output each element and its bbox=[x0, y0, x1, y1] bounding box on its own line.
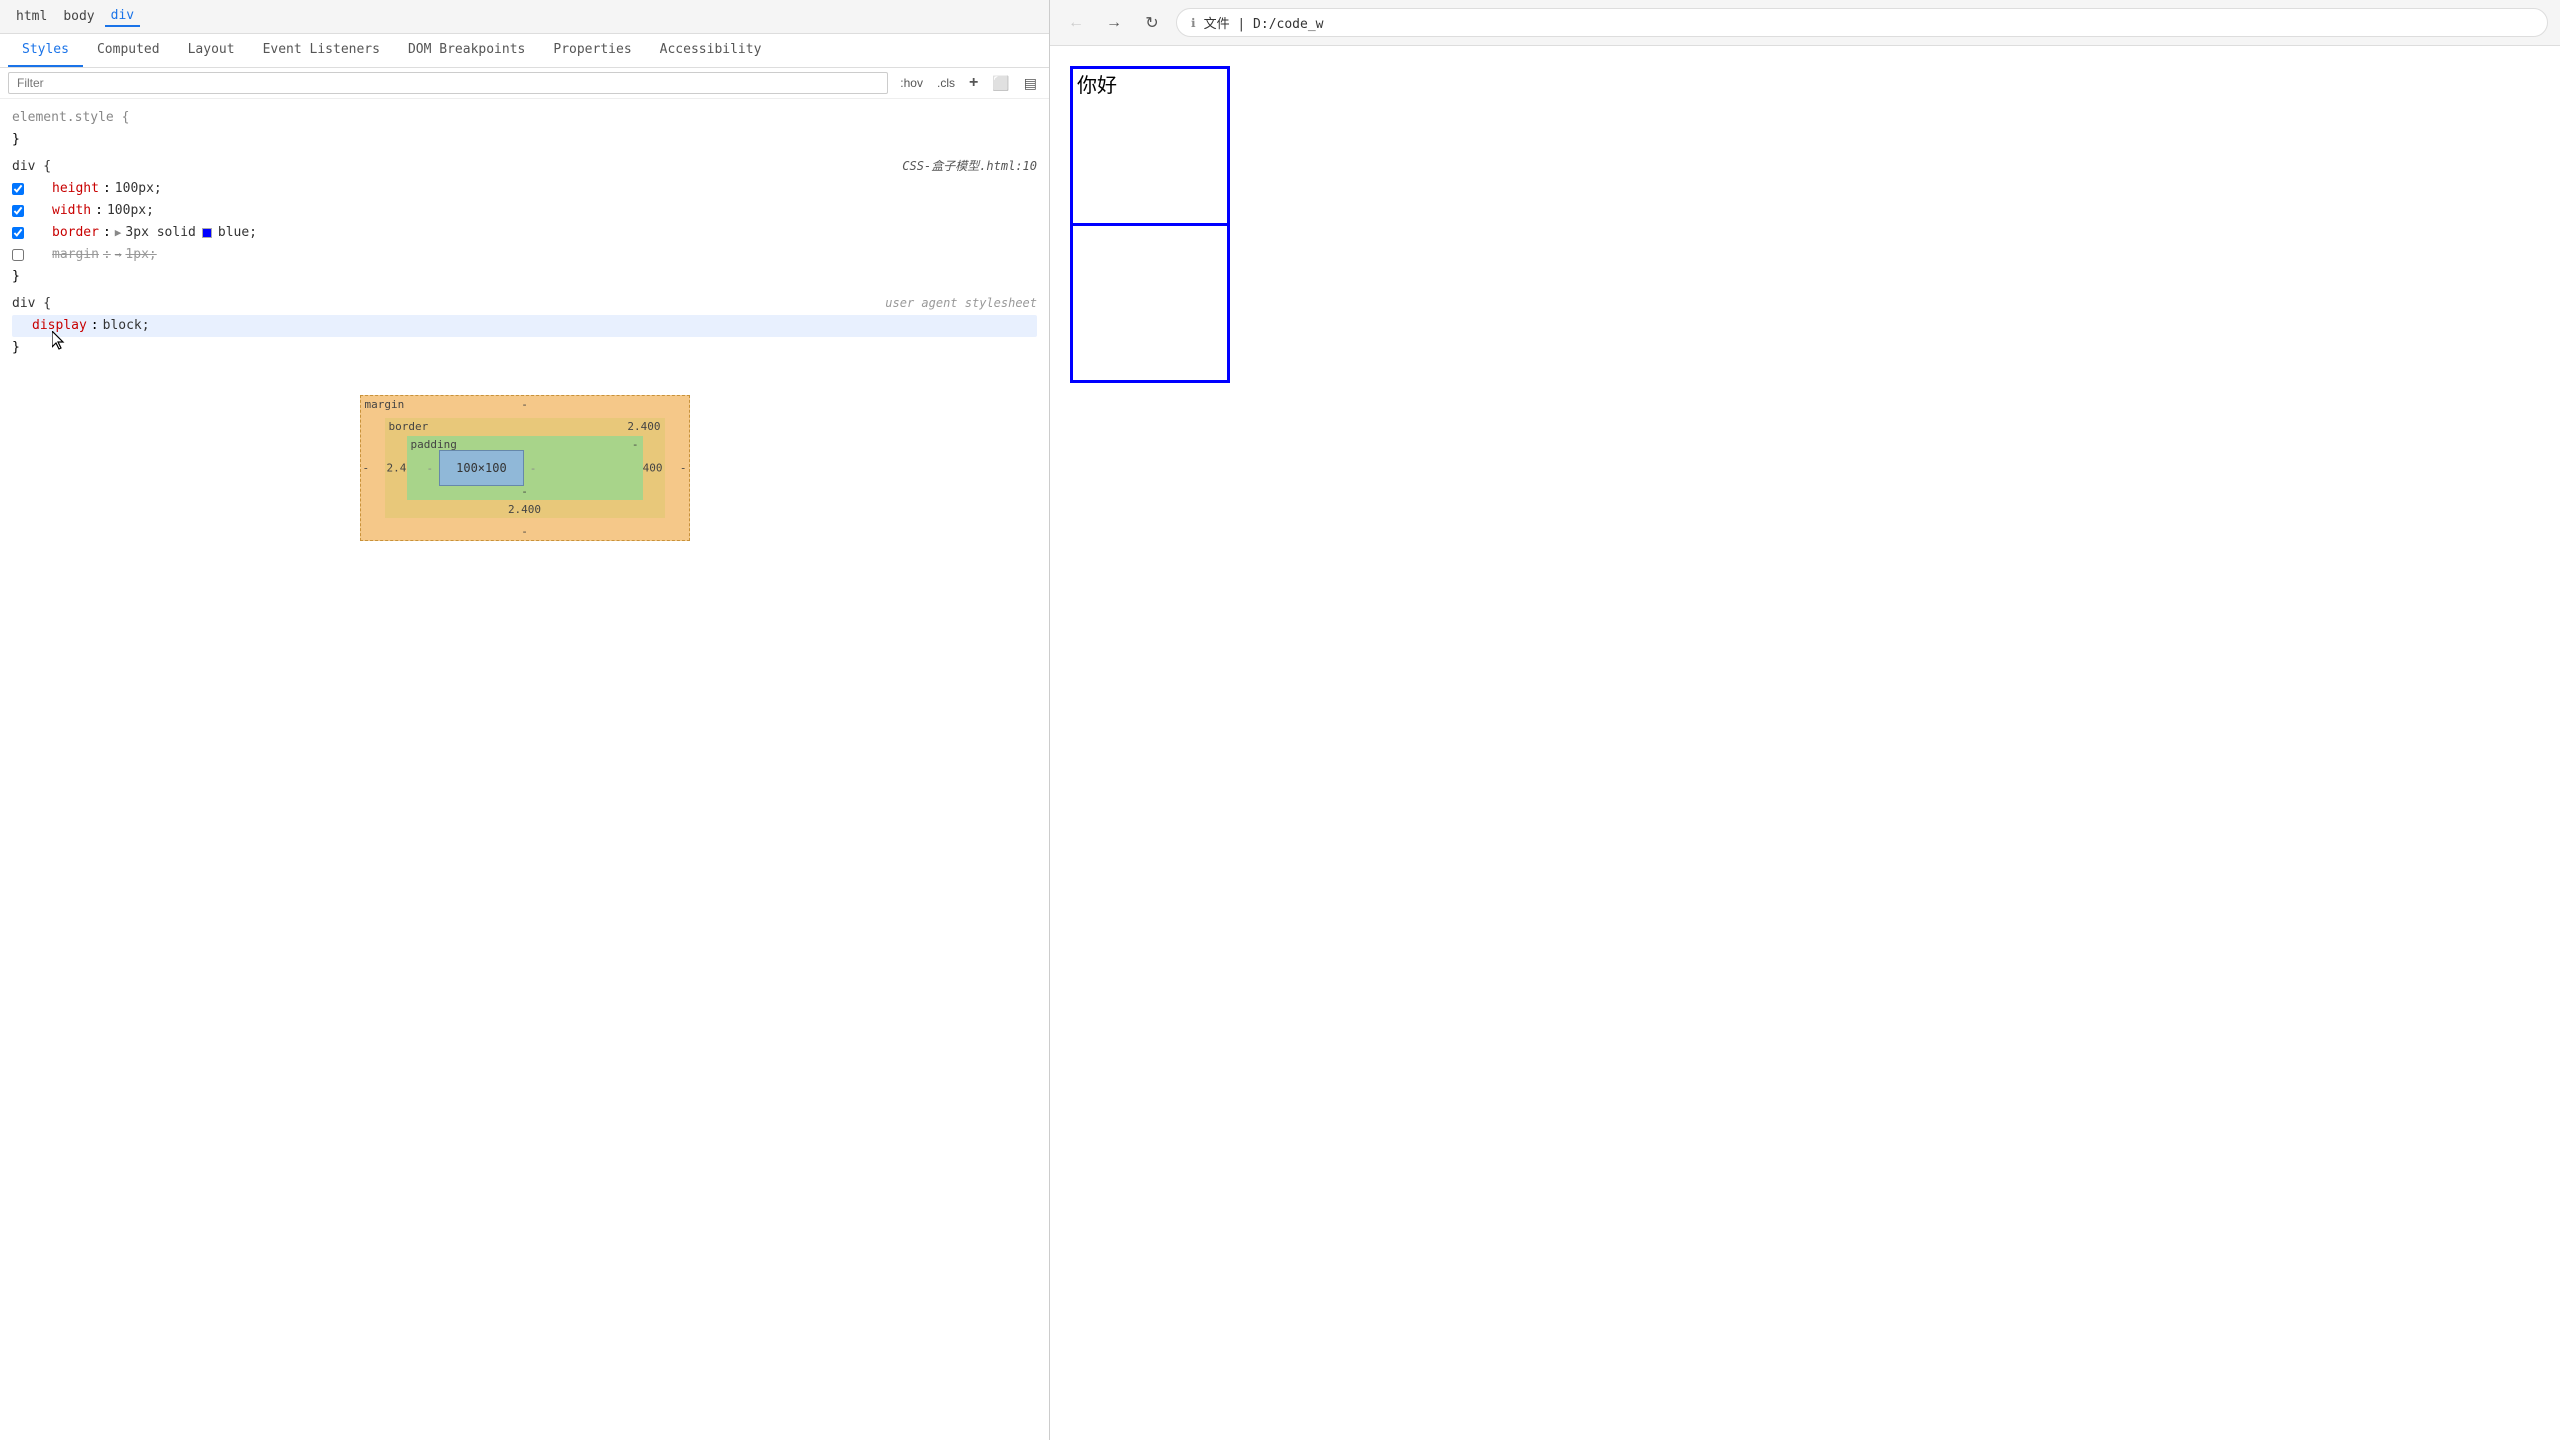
height-prop-value: 100px; bbox=[115, 178, 162, 200]
back-button[interactable]: ← bbox=[1062, 9, 1090, 37]
preview-div-second bbox=[1070, 223, 1230, 383]
border-checkbox[interactable] bbox=[12, 227, 24, 239]
border-prop-line: border : ▶ 3px solid blue; bbox=[12, 222, 1037, 244]
styles-content: element.style { } div { CSS-盒子模型.html:10… bbox=[0, 99, 1049, 1440]
width-checkbox[interactable] bbox=[12, 205, 24, 217]
ua-close-brace: } bbox=[12, 337, 1037, 359]
border-colon: : bbox=[103, 222, 111, 244]
margin-label: margin bbox=[365, 398, 405, 411]
breadcrumb: html body div bbox=[0, 0, 1049, 34]
info-icon: ℹ bbox=[1191, 16, 1196, 30]
height-colon: : bbox=[103, 178, 111, 200]
padding-label: padding bbox=[411, 438, 457, 451]
forward-button[interactable]: → bbox=[1100, 9, 1128, 37]
margin-prop-line: margin : → 1px; bbox=[12, 244, 1037, 266]
url-bar[interactable]: ℹ 文件 | D:/code_w bbox=[1176, 8, 2548, 37]
browser-panel: ← → ↻ ℹ 文件 | D:/code_w 你好 bbox=[1050, 0, 2560, 1440]
padding-val-right: - bbox=[530, 462, 537, 475]
box-model-margin: margin - - - - border 2.400 2.400 2.400 … bbox=[360, 395, 690, 541]
width-colon: : bbox=[95, 200, 103, 222]
margin-prop-name: margin bbox=[52, 244, 99, 266]
width-prop-line: width : 100px; bbox=[12, 200, 1037, 222]
user-agent-label: user agent stylesheet bbox=[885, 294, 1037, 313]
div-user-agent-rule: div { user agent stylesheet display : bl… bbox=[12, 294, 1037, 359]
box-model-content[interactable]: 100×100 bbox=[439, 450, 524, 486]
tab-event-listeners[interactable]: Event Listeners bbox=[249, 34, 394, 67]
filter-bar: :hov .cls + ⬜ ▤ bbox=[0, 68, 1049, 99]
cls-button[interactable]: .cls bbox=[933, 74, 959, 92]
preview-container: 你好 bbox=[1070, 66, 2540, 383]
margin-arrow: → bbox=[115, 246, 122, 265]
display-prop-value: block; bbox=[103, 315, 150, 337]
preview-div-first: 你好 bbox=[1070, 66, 1230, 226]
height-checkbox[interactable] bbox=[12, 183, 24, 195]
margin-colon: : bbox=[103, 244, 111, 266]
tab-properties[interactable]: Properties bbox=[539, 34, 645, 67]
tab-computed[interactable]: Computed bbox=[83, 34, 174, 67]
width-prop-value: 100px; bbox=[107, 200, 154, 222]
color-swatch-blue[interactable] bbox=[202, 228, 212, 238]
close-brace-1: } bbox=[12, 266, 20, 288]
browser-toolbar: ← → ↻ ℹ 文件 | D:/code_w bbox=[1050, 0, 2560, 46]
hov-button[interactable]: :hov bbox=[896, 74, 927, 92]
border-prop-value: 3px solid bbox=[125, 222, 195, 244]
box-model-diagram: margin - - - - border 2.400 2.400 2.400 … bbox=[12, 375, 1037, 551]
margin-val-right: - bbox=[680, 462, 687, 475]
div-user-agent-header: div { user agent stylesheet bbox=[12, 294, 1037, 315]
toggle-sidebar-button[interactable]: ▤ bbox=[1020, 73, 1041, 94]
breadcrumb-html[interactable]: html bbox=[10, 7, 53, 26]
div-selector: div { bbox=[12, 157, 51, 178]
margin-val-left: - bbox=[363, 462, 370, 475]
box-model-padding: padding - - - 100×100 - bbox=[407, 436, 643, 500]
border-label: border bbox=[389, 420, 429, 433]
border-val-top-right: 2.400 bbox=[627, 420, 660, 433]
url-text: 文件 | D:/code_w bbox=[1204, 13, 2533, 32]
tab-styles[interactable]: Styles bbox=[8, 34, 83, 67]
margin-val-top: - bbox=[521, 398, 528, 411]
devtools-panel: html body div Styles Computed Layout Eve… bbox=[0, 0, 1050, 1440]
div-rule-source[interactable]: CSS-盒子模型.html:10 bbox=[902, 157, 1037, 176]
div-rule: div { CSS-盒子模型.html:10 height : 100px; w… bbox=[12, 157, 1037, 288]
close-brace-2: } bbox=[12, 337, 20, 359]
display-prop-name: display bbox=[32, 315, 87, 337]
preview-text: 你好 bbox=[1073, 69, 1121, 101]
filter-actions: :hov .cls + ⬜ ▤ bbox=[896, 72, 1041, 94]
browser-content: 你好 bbox=[1050, 46, 2560, 1440]
breadcrumb-div[interactable]: div bbox=[105, 6, 140, 27]
border-color-value: blue; bbox=[218, 222, 257, 244]
margin-val-bottom: - bbox=[521, 525, 528, 538]
tab-accessibility[interactable]: Accessibility bbox=[646, 34, 776, 67]
element-style-close-brace: } bbox=[12, 129, 20, 151]
margin-prop-value: 1px; bbox=[125, 244, 156, 266]
height-prop-line: height : 100px; bbox=[12, 178, 1037, 200]
padding-val-top: - bbox=[632, 438, 639, 451]
margin-checkbox[interactable] bbox=[12, 249, 24, 261]
refresh-button[interactable]: ↻ bbox=[1138, 9, 1166, 37]
div-rule-close: } bbox=[12, 266, 1037, 288]
border-triangle[interactable]: ▶ bbox=[115, 224, 122, 243]
box-model-border: border 2.400 2.400 2.400 2.400 padding -… bbox=[385, 418, 665, 518]
padding-val-bottom: - bbox=[521, 485, 528, 498]
filter-input[interactable] bbox=[8, 72, 888, 94]
tab-dom-breakpoints[interactable]: DOM Breakpoints bbox=[394, 34, 539, 67]
tab-layout[interactable]: Layout bbox=[174, 34, 249, 67]
border-prop-name: border bbox=[52, 222, 99, 244]
cursor-container: display : block; bbox=[12, 315, 1037, 337]
display-prop-line: display : block; bbox=[12, 315, 1037, 337]
padding-side-row: - 100×100 - bbox=[427, 450, 623, 486]
div-rule-header: div { CSS-盒子模型.html:10 bbox=[12, 157, 1037, 178]
inspect-button[interactable]: ⬜ bbox=[988, 73, 1013, 94]
tabs-bar: Styles Computed Layout Event Listeners D… bbox=[0, 34, 1049, 68]
add-rule-button[interactable]: + bbox=[965, 72, 982, 94]
element-style-rule: element.style { } bbox=[12, 107, 1037, 151]
div-ua-selector: div { bbox=[12, 294, 51, 315]
padding-val-left: - bbox=[427, 462, 434, 475]
width-prop-name: width bbox=[52, 200, 91, 222]
border-val-bottom: 2.400 bbox=[508, 503, 541, 516]
height-prop-name: height bbox=[52, 178, 99, 200]
breadcrumb-body[interactable]: body bbox=[57, 7, 100, 26]
display-colon: : bbox=[91, 315, 99, 337]
element-style-selector: element.style { bbox=[12, 107, 129, 129]
